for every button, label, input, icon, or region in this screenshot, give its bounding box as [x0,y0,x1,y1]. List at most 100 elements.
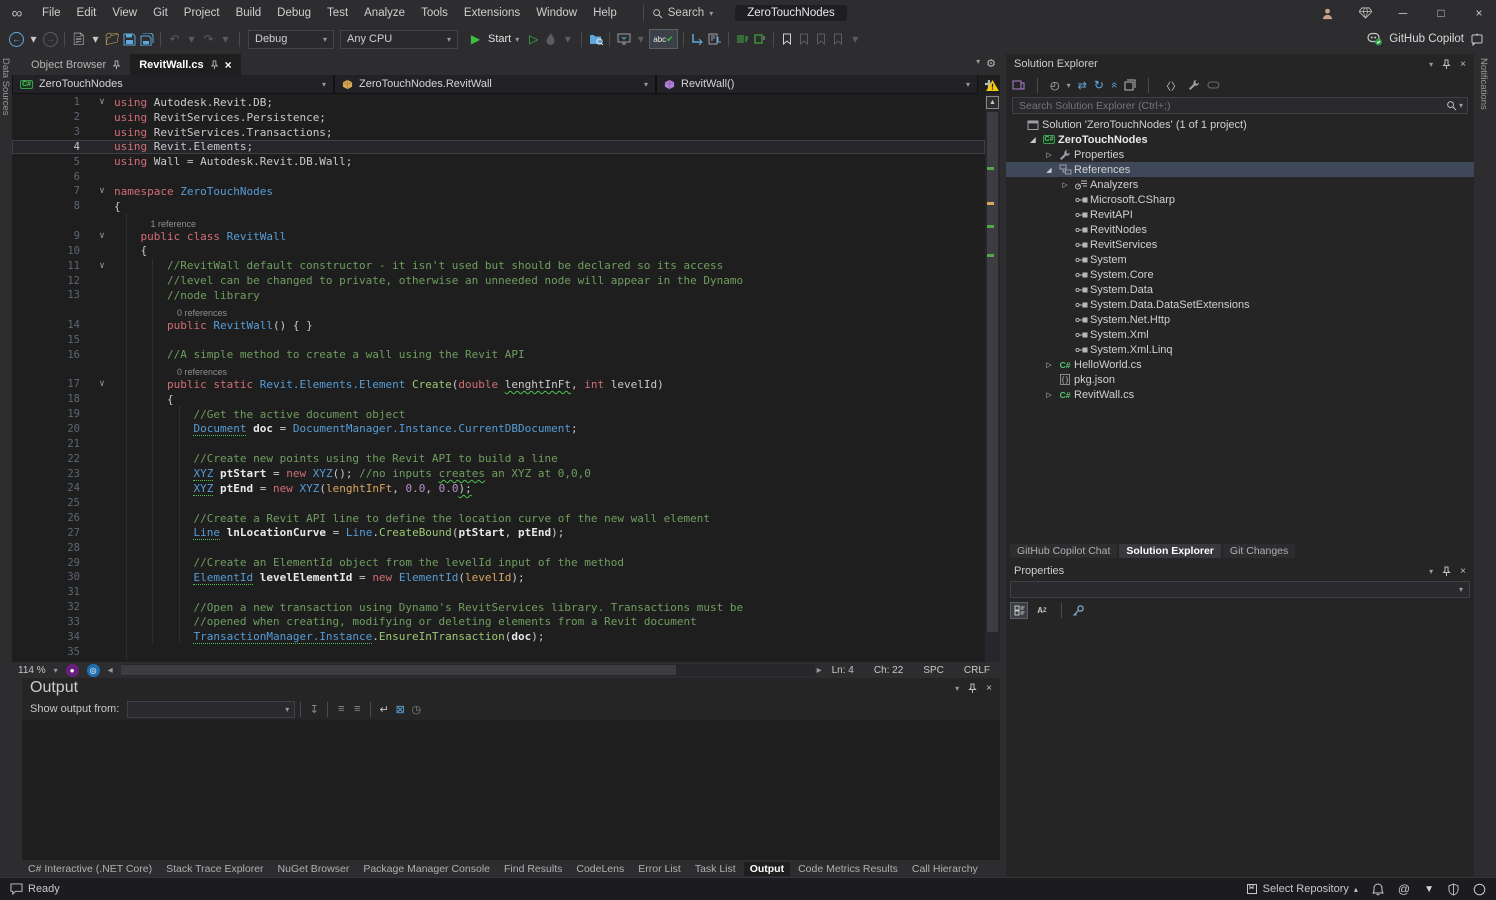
tree-item-analyzers[interactable]: ▷Analyzers [1006,177,1474,192]
menu-edit[interactable]: Edit [69,0,105,26]
code-line-18[interactable]: 18 { [12,392,985,407]
code-line-33[interactable]: 33 //opened when creating, modifying or … [12,615,985,630]
codelens-health-icon[interactable]: ◎ [87,664,100,677]
global-search-box[interactable]: Search ▾ [643,5,721,21]
pending-changes-filter-icon[interactable]: ◴ [1050,79,1060,92]
panel-tab-git-changes[interactable]: Git Changes [1223,544,1295,558]
spell-checker-toggle[interactable]: abc ✔ [649,29,677,49]
tree-item-pkg-json[interactable]: { }pkg.json [1006,372,1474,387]
code-line-22[interactable]: 22 //Create new points using the Revit A… [12,451,985,466]
menu-debug[interactable]: Debug [269,0,319,26]
code-line-30[interactable]: 30 ElementId levelElementId = new Elemen… [12,570,985,585]
code-line-31[interactable]: 31 [12,585,985,600]
next-bookmark-button[interactable] [813,29,830,49]
tree-item-references[interactable]: ◢References [1006,162,1474,177]
procedure-definition-button[interactable] [706,29,723,49]
status-indent-mode[interactable]: SPC [913,665,954,676]
tree-item-properties[interactable]: ▷Properties [1006,147,1474,162]
solution-platform-select[interactable]: Any CPU▾ [340,30,458,49]
tree-item-zerotouchnodes[interactable]: ◢C#ZeroTouchNodes [1006,132,1474,147]
show-all-files-icon[interactable]: 〈〉 [1161,78,1181,93]
menu-help[interactable]: Help [585,0,625,26]
tab-object-browser[interactable]: Object Browser [22,54,130,75]
go-to-message-icon[interactable]: ↧ [306,703,322,716]
notifications-side-tab[interactable]: Notifications [1478,54,1490,184]
bottom-tab-call-hierarchy[interactable]: Call Hierarchy [906,862,984,876]
code-line-3[interactable]: 3using RevitServices.Transactions; [12,125,985,140]
expander-collapsed-icon[interactable]: ▷ [1042,361,1056,369]
document-well-dropdown[interactable]: ▾ [976,57,980,70]
status-line-number[interactable]: Ln: 4 [822,665,864,676]
status-line-ending[interactable]: CRLF [954,665,1000,676]
fold-chevron-icon[interactable]: ∨ [90,97,114,107]
code-line-12[interactable]: 12 //level can be changed to private, ot… [12,273,985,288]
fold-chevron-icon[interactable]: ∨ [90,186,114,196]
bottom-tab-package-manager-console[interactable]: Package Manager Console [357,862,496,876]
expander-expanded-icon[interactable]: ◢ [1042,166,1056,174]
code-line-13[interactable]: 13 //node library [12,288,985,303]
code-line-29[interactable]: 29 //Create an ElementId object from the… [12,555,985,570]
menu-analyze[interactable]: Analyze [356,0,413,26]
restore-button[interactable]: □ [1424,1,1458,25]
codelens-label[interactable]: 0 references [177,308,227,318]
undo-dropdown[interactable]: ▾ [183,29,200,49]
toggle-timestamp-icon[interactable]: ◷ [408,703,424,716]
pin-icon[interactable] [968,683,977,694]
tree-item-revitnodes[interactable]: RevitNodes [1006,222,1474,237]
properties-wrench-icon[interactable] [1188,79,1200,91]
navigate-back-dropdown[interactable]: ▾ [25,29,42,49]
code-line-1[interactable]: 1∨using Autodesk.Revit.DB; [12,95,985,110]
bottom-tab-stack-trace-explorer[interactable]: Stack Trace Explorer [160,862,269,876]
menu-extensions[interactable]: Extensions [456,0,528,26]
feedback-gem-icon[interactable] [1348,1,1382,25]
copilot-label[interactable]: GitHub Copilot [1389,33,1464,45]
close-icon[interactable]: × [1460,59,1466,70]
save-all-button[interactable] [138,29,155,49]
code-line-21[interactable]: 21 [12,436,985,451]
tree-item-system-core[interactable]: System.Core [1006,267,1474,282]
code-line-16[interactable]: 16 //A simple method to create a wall us… [12,347,985,362]
window-position-dropdown[interactable]: ▾ [1429,567,1433,576]
live-share-dropdown[interactable]: ▾ [632,29,649,49]
expander-collapsed-icon[interactable]: ▷ [1042,391,1056,399]
project-dropdown[interactable]: C# ZeroTouchNodes ▾ [12,75,334,94]
hot-reload-dropdown[interactable]: ▾ [559,29,576,49]
code-line-26[interactable]: 26 //Create a Revit API line to define t… [12,511,985,526]
fold-chevron-icon[interactable]: ∨ [90,261,114,271]
close-tab-icon[interactable]: × [225,58,232,72]
bottom-tab-codelens[interactable]: CodeLens [570,862,630,876]
tree-item-solution-zerotouchnodes-1-of-1-project-[interactable]: Solution 'ZeroTouchNodes' (1 of 1 projec… [1006,117,1474,132]
new-file-dropdown[interactable]: ▾ [87,29,104,49]
tree-item-system-xml[interactable]: System.Xml [1006,327,1474,342]
feedback-icon[interactable] [10,883,23,895]
panel-tab-github-copilot-chat[interactable]: GitHub Copilot Chat [1010,544,1117,558]
vertical-scrollbar[interactable]: ▲ [985,94,1000,662]
zoom-level-select[interactable]: 114 % [18,665,46,676]
code-line-23[interactable]: 23 XYZ ptStart = new XYZ(); //no inputs … [12,466,985,481]
code-line-20[interactable]: 20 Document doc = DocumentManager.Instan… [12,422,985,437]
redo-dropdown[interactable]: ▾ [217,29,234,49]
bottom-tab-task-list[interactable]: Task List [689,862,742,876]
navigate-forward-button[interactable]: → [42,29,59,49]
user-status-icon[interactable] [1473,883,1486,896]
output-source-select[interactable]: ▾ [127,701,295,718]
previous-message-icon[interactable]: ≡ [333,703,349,715]
filter-dropdown-icon[interactable]: ▾ [1067,81,1071,90]
tree-item-system-xml-linq[interactable]: System.Xml.Linq [1006,342,1474,357]
bottom-tab-find-results[interactable]: Find Results [498,862,568,876]
code-line-34[interactable]: 34 TransactionManager.Instance.EnsureInT… [12,629,985,644]
menu-window[interactable]: Window [528,0,585,26]
clear-all-icon[interactable]: ⊠ [392,703,408,716]
toggle-bookmark-button[interactable] [779,29,796,49]
code-line-2[interactable]: 2using RevitServices.Persistence; [12,110,985,125]
preview-selected-items-icon[interactable] [1207,80,1220,90]
send-feedback-icon[interactable]: ▼ [1424,884,1434,895]
menu-file[interactable]: File [34,0,69,26]
code-line-11[interactable]: 11∨ //RevitWall default constructor - it… [12,258,985,273]
alphabetical-view-button[interactable]: AZ [1033,602,1051,619]
code-line-17[interactable]: 17∨ public static Revit.Elements.Element… [12,377,985,392]
code-line-35[interactable]: 35 [12,644,985,659]
code-line-10[interactable]: 10 { [12,243,985,258]
type-dropdown[interactable]: ZeroTouchNodes.RevitWall ▾ [334,75,656,94]
code-line-14[interactable]: 14 public RevitWall() { } [12,318,985,333]
